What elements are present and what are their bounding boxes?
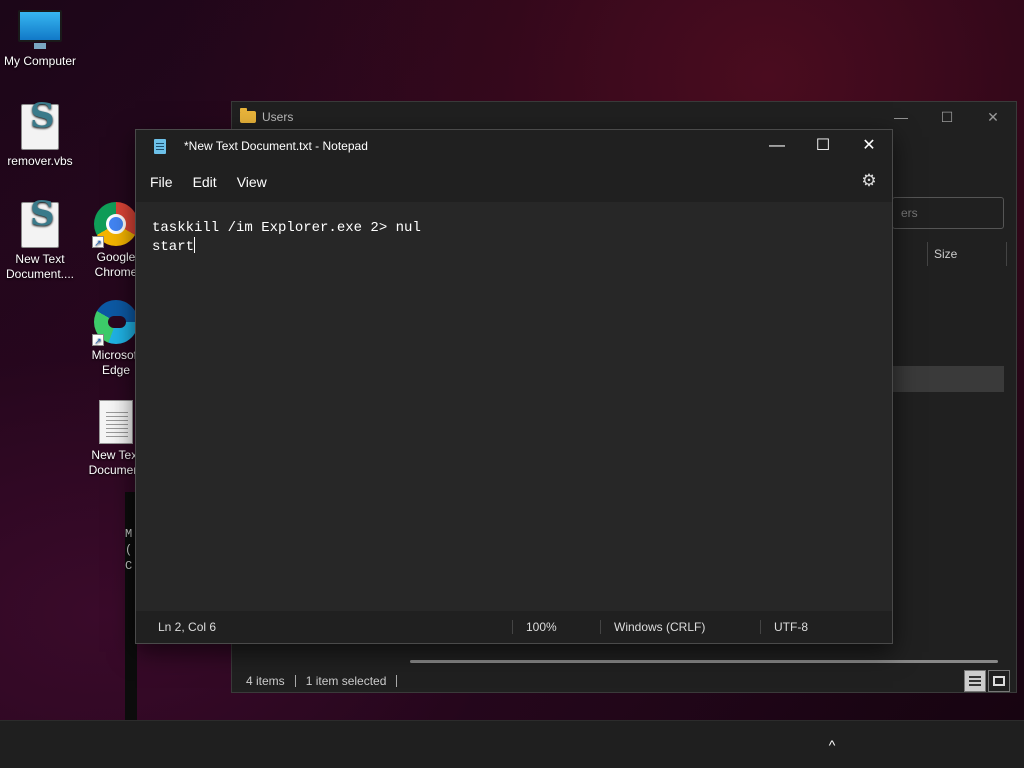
status-divider [600,620,601,634]
vbs-script-icon [21,104,59,150]
cursor-position: Ln 2, Col 6 [158,620,217,634]
explorer-search-input[interactable]: ers [892,197,1004,229]
line-ending[interactable]: Windows (CRLF) [614,611,705,643]
taskbar: ^ [0,720,1024,768]
vbs-script-icon [21,202,59,248]
notepad-text-editor[interactable]: taskkill /im Explorer.exe 2> nul start [136,202,892,612]
status-divider [294,675,296,687]
shortcut-arrow-icon: ↗ [92,236,104,248]
desktop-icon-my-computer[interactable]: My Computer [0,10,80,69]
desktop-icon-label: remover.vbs [7,154,73,168]
menu-view[interactable]: View [227,162,277,202]
monitor-icon [18,10,62,49]
details-view-button[interactable] [964,670,986,692]
desktop-icon-label: New Text Document.... [5,252,75,281]
status-divider [396,675,398,687]
selected-file-row[interactable] [892,366,1004,392]
notepad-title: *New Text Document.txt - Notepad [184,139,368,153]
edge-icon: ↗ [92,300,138,346]
selection-count: 1 item selected [305,674,387,688]
notepad-window[interactable]: *New Text Document.txt - Notepad — ☐ ✕ F… [135,129,893,644]
editor-line-2: start [152,239,195,255]
notepad-menubar: File Edit View ⚙ [136,162,892,202]
menu-file[interactable]: File [140,162,183,202]
details-view-icon [969,676,981,686]
editor-line-1: taskkill /im Explorer.exe 2> nul [152,220,421,236]
encoding[interactable]: UTF-8 [774,611,808,643]
maximize-button[interactable]: ☐ [800,130,846,162]
minimize-button[interactable]: — [878,102,924,132]
tiles-view-icon [993,676,1005,686]
tiles-view-button[interactable] [988,670,1010,692]
text-file-icon [99,400,133,444]
shortcut-arrow-icon: ↗ [92,334,104,346]
desktop-icon-label: My Computer [3,54,77,68]
folder-icon [240,108,256,123]
chrome-icon: ↗ [92,202,138,248]
explorer-title: Users [262,110,294,124]
notepad-titlebar[interactable]: *New Text Document.txt - Notepad — ☐ ✕ [136,130,892,162]
desktop-icon-remover-vbs[interactable]: remover.vbs [0,104,80,169]
show-hidden-icons-chevron-icon[interactable]: ^ [822,735,842,755]
text-caret [194,237,196,253]
column-header-size[interactable]: Size [927,242,1007,266]
zoom-level[interactable]: 100% [526,611,557,643]
explorer-statusbar: 4 items 1 item selected [246,674,398,688]
horizontal-scrollbar[interactable] [410,660,998,663]
maximize-button[interactable]: ☐ [924,102,970,132]
status-divider [760,620,761,634]
menu-edit[interactable]: Edit [183,162,227,202]
notepad-statusbar: Ln 2, Col 6 100% Windows (CRLF) UTF-8 [136,611,892,643]
item-count: 4 items [246,674,285,688]
close-button[interactable]: ✕ [970,102,1016,132]
desktop-icon-new-text-document-vbs[interactable]: New Text Document.... [0,202,80,282]
close-button[interactable]: ✕ [846,130,892,162]
settings-gear-icon[interactable]: ⚙ [860,172,878,190]
minimize-button[interactable]: — [754,130,800,162]
notepad-app-icon [154,138,166,154]
status-divider [512,620,513,634]
